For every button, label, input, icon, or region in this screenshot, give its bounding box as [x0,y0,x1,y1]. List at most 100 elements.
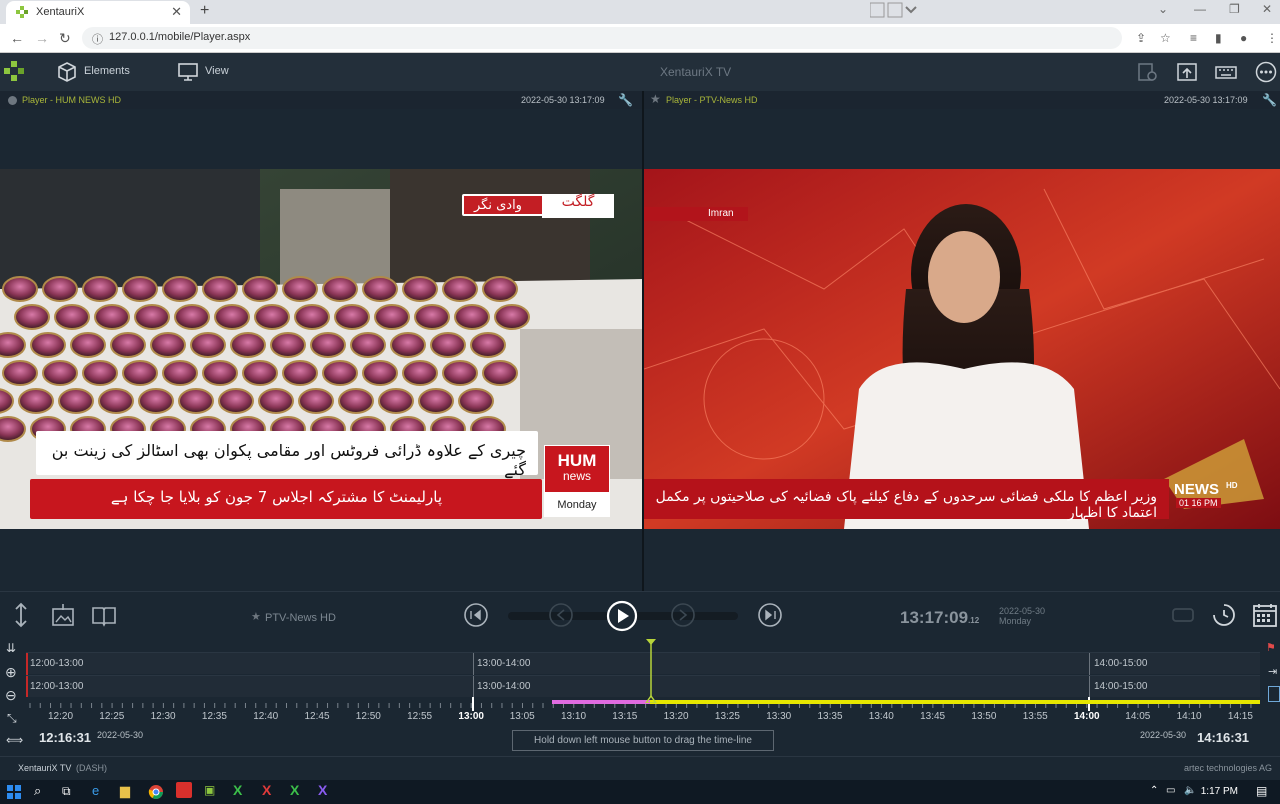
forward-icon[interactable]: → [35,30,49,46]
side-tool-icon[interactable] [1268,686,1280,702]
expand-horizontal-icon[interactable]: ⟺ [6,733,23,747]
back-icon[interactable]: ← [10,30,24,46]
browser-menu-icon[interactable]: ⋮ [1266,31,1278,45]
reading-list-icon[interactable]: ≡ [1190,31,1197,45]
file-explorer-icon[interactable]: ▆ [120,783,130,799]
step-back-icon[interactable] [548,602,574,628]
network-tray-icon[interactable]: ▭ [1166,785,1175,796]
cube-icon[interactable] [56,61,78,83]
xentaurix-logo-icon[interactable] [3,60,25,82]
minimize-icon[interactable]: — [1194,2,1206,16]
drag-hint: Hold down left mouse button to drag the … [512,730,774,751]
edge-icon[interactable]: e [92,783,99,798]
player-pane-hum[interactable]: Player - HUM NEWS HD 2022-05-30 13:17:09… [0,91,642,591]
media-app-icon[interactable] [176,782,192,798]
marker-pin-icon[interactable]: ⚑ [1266,641,1276,654]
wrench-icon[interactable]: 🔧 [1262,93,1277,107]
monitor-icon[interactable] [177,61,199,83]
search-icon[interactable]: ⌕ [34,783,41,799]
notifications-icon[interactable]: ▤ [1256,784,1267,798]
star-icon[interactable]: ★ [251,610,261,623]
ticker-line-2: پارلیمنٹ کا مشترکہ اجلاس 7 جون کو بلایا … [30,479,542,519]
jar-shape [482,276,518,302]
tab-search-icon[interactable] [870,2,918,18]
more-options-icon[interactable] [1255,61,1277,83]
jar-shape [82,360,118,386]
jar-shape [202,276,238,302]
snapshot-icon[interactable] [50,602,76,628]
video-ptv[interactable]: Imran وزیر اعظم کا ملکی فضائی سرحدوں کے … [644,169,1280,529]
segment-separator [1089,653,1090,675]
close-window-icon[interactable]: ✕ [1262,2,1272,16]
profile-icon[interactable]: ● [1240,31,1247,45]
menu-view[interactable]: View [205,65,229,77]
tick-label: 14:15 [1227,711,1253,722]
timeline-row-hum[interactable]: 12:00-13:00 13:00-14:00 14:00-15:00 [26,652,1260,675]
tick-label: 12:35 [201,711,227,722]
timeline-row-ptv[interactable]: 12:00-13:00 13:00-14:00 14:00-15:00 [26,675,1260,698]
new-tab-button[interactable]: + [200,2,209,20]
reload-icon[interactable]: ↻ [59,30,71,47]
restore-icon[interactable]: ❐ [1229,2,1240,16]
expand-vertical-icon[interactable] [8,602,34,628]
player-pane-ptv[interactable]: ★ Player - PTV-News HD 2022-05-30 13:17:… [644,91,1280,591]
tick-label: 13:05 [509,711,535,722]
browser-tab[interactable]: XentauriX ✕ [6,1,190,24]
collapse-icon[interactable]: ⇊ [6,641,16,655]
jar-shape [282,360,318,386]
network-app-icon[interactable]: ▣ [204,783,215,797]
export-icon[interactable]: ⇥ [1268,665,1277,678]
video-hum[interactable]: وادی نگر گلگت چیری کے علاوہ ڈرائی فروٹس … [0,169,642,529]
book-icon[interactable] [91,602,117,628]
windows-start-icon[interactable] [6,784,22,800]
close-tab-icon[interactable]: ✕ [171,4,182,20]
xentaurix-app-icon-2[interactable]: X [262,782,271,798]
menu-elements[interactable]: Elements [84,65,130,77]
step-forward-icon[interactable] [670,602,696,628]
xentaurix-app-icon-4[interactable]: X [318,782,327,798]
footer-mode: (DASH) [76,763,107,773]
share-icon[interactable]: ⇪ [1136,31,1146,45]
skip-forward-icon[interactable] [757,602,783,628]
history-clock-icon[interactable] [1211,602,1237,628]
volume-tray-icon[interactable]: 🔈 [1184,785,1196,796]
clipboard-clock-icon[interactable] [1136,61,1158,83]
logo-top: HUM [557,451,597,470]
bookmark-star-icon[interactable]: ☆ [1160,31,1171,45]
tick-label: 13:00 [458,711,484,722]
drag-hint-text: Hold down left mouse button to drag the … [534,735,752,746]
xentaurix-app-icon-1[interactable]: X [233,782,242,798]
clock-day: Monday [999,616,1032,626]
address-bar: ← → ↻ ⓘ 127.0.0.1/mobile/Player.aspx ⇪ ☆… [0,24,1280,53]
play-icon[interactable] [606,600,638,632]
jar-shape [310,332,346,358]
star-icon[interactable]: ★ [650,92,661,106]
site-info-icon[interactable]: ⓘ [92,31,103,47]
timeline[interactable]: ⇊ ⊕ ⊖ ⤡ ⟺ 12:00-13:00 13:00-14:00 14:00-… [0,639,1280,756]
xentaurix-app-icon-3[interactable]: X [290,782,299,798]
jar-shape [402,276,438,302]
calendar-icon[interactable] [1252,602,1278,628]
upload-icon[interactable] [1176,61,1198,83]
fit-icon[interactable]: ⤡ [7,711,17,726]
task-view-icon[interactable]: ⧉ [62,784,71,799]
jar-shape [174,304,210,330]
chevron-down-icon[interactable]: ⌄ [1158,2,1168,16]
zoom-out-icon[interactable]: ⊖ [5,687,17,704]
side-panel-icon[interactable]: ▮ [1215,31,1222,45]
jar-shape [122,360,158,386]
time-ruler[interactable] [26,697,1260,711]
zoom-in-icon[interactable]: ⊕ [5,664,17,681]
segment-label: 14:00-15:00 [1094,681,1148,692]
playhead[interactable] [645,639,657,703]
skip-back-icon[interactable] [463,602,489,628]
tray-chevron-icon[interactable]: ⌃ [1150,785,1158,796]
jar-shape [2,360,38,386]
loop-icon[interactable] [1170,602,1196,628]
chrome-icon[interactable] [148,784,164,800]
jar-shape [294,304,330,330]
url-field[interactable]: ⓘ 127.0.0.1/mobile/Player.aspx [82,27,1122,49]
keyboard-icon[interactable] [1215,61,1237,83]
logo-hd: HD [1226,481,1238,490]
wrench-icon[interactable]: 🔧 [618,93,633,107]
